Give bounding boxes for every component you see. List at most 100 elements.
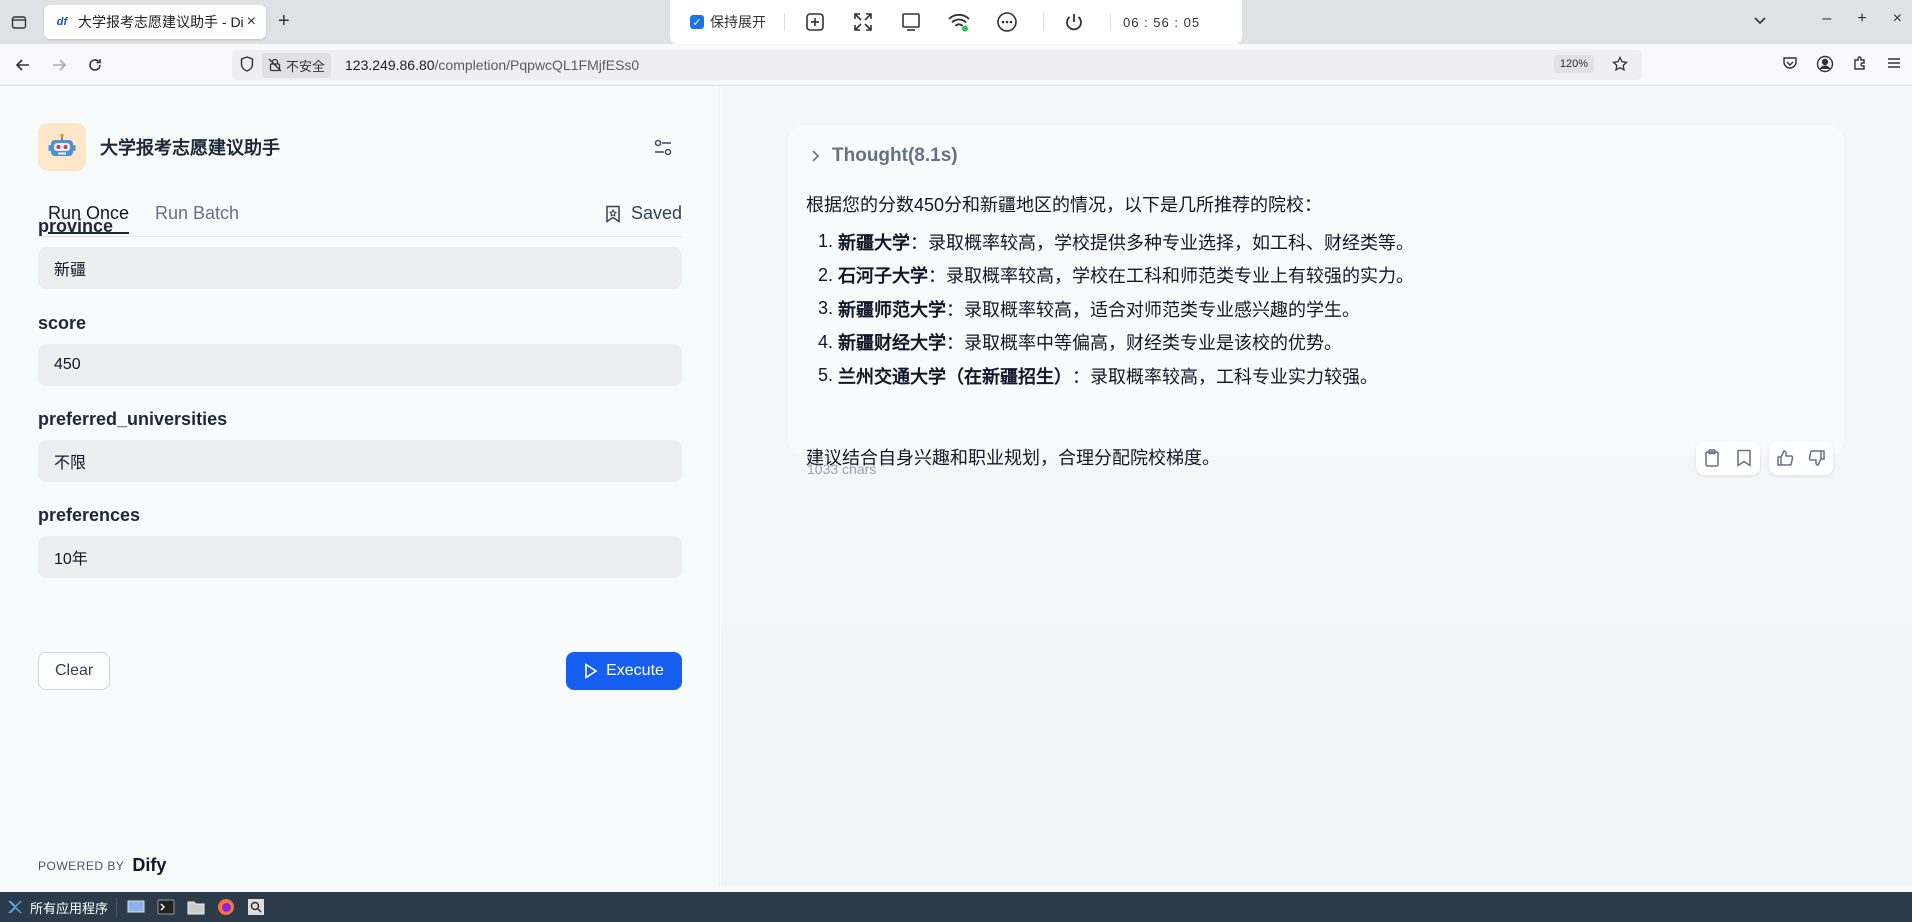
field-label: preferences [38,505,141,525]
fullscreen-icon[interactable] [851,10,875,34]
xfce-logo-icon [8,901,22,913]
add-window-icon[interactable] [803,10,827,34]
dify-favicon-icon: df [56,16,68,28]
university-desc: ：录取概率较高，适合对师范类专业感兴趣的学生。 [946,299,1360,320]
robot-avatar-icon [38,123,86,171]
university-name: 新疆财经大学 [838,333,946,354]
url-path: /completion/PqpwcQL1FMjfESs0 [434,57,640,73]
app-header: 大学报考志愿建议助手 [38,123,280,171]
feedback-actions [1769,441,1833,475]
menu-icon[interactable] [1886,55,1902,78]
display-icon[interactable] [899,10,923,34]
clear-button[interactable]: Clear [38,652,111,690]
close-window-icon[interactable]: × [1893,10,1902,28]
wifi-icon[interactable] [947,10,971,34]
university-name: 石河子大学 [838,266,928,287]
preferences-input[interactable]: 10年 [38,536,682,578]
show-desktop-icon[interactable] [125,896,147,918]
app-title: 大学报考志愿建议助手 [100,138,280,158]
powered-by-label: POWERED BY [38,858,125,873]
copy-icon[interactable] [1702,448,1722,468]
more-options-icon[interactable] [995,10,1019,34]
save-bookmark-icon[interactable] [1734,448,1754,468]
university-desc: ：录取概率中等偏高，财经类专业是该校的优势。 [946,333,1342,354]
new-tab-icon[interactable]: + [278,10,290,33]
minimize-icon[interactable]: – [1822,10,1831,28]
bookmark-star-icon[interactable] [1612,55,1628,75]
preferred-universities-input[interactable]: 不限 [38,440,682,482]
field-preferred-universities: preferred_universities 不限 [38,409,682,482]
input-panel: 大学报考志愿建议助手 Run Once Run Batch Saved prov… [0,87,720,887]
list-number: 1. [818,231,834,252]
execute-label: Execute [606,662,664,679]
chevron-right-icon [812,150,820,162]
result-card: Thought(8.1s) 根据您的分数450分和新疆地区的情况，以下是几所推荐… [788,125,1844,468]
thought-label: Thought(8.1s) [832,145,958,166]
field-label: province [38,216,114,236]
list-number: 3. [818,298,834,319]
chevron-down-icon[interactable] [1752,12,1768,33]
copy-save-actions [1696,441,1760,475]
browser-tabbar: df 大学报考志愿建议助手 - Dify × + ✓ 保持展开 06 : 56 [0,0,1912,44]
university-desc: ：录取概率较高，学校提供多种专业选择，如工科、财经类等。 [910,232,1414,253]
province-input[interactable]: 新疆 [38,247,682,289]
divider [1043,13,1044,31]
account-icon[interactable] [1816,55,1834,78]
list-item: 2. 石河子大学 ：录取概率较高，学校在工科和师范类专业上有较强的实力。 [818,259,1414,293]
power-icon[interactable] [1062,10,1086,34]
start-menu-button[interactable]: 所有应用程序 [6,897,118,917]
lock-slash-icon [268,58,282,72]
list-number: 5. [818,365,834,386]
zoom-level-badge[interactable]: 120% [1553,55,1594,73]
url-bar[interactable]: 不安全 123.249.86.80/completion/PqpwcQL1FMj… [232,50,1642,80]
university-desc: ：录取概率较高，学校在工科和师范类专业上有较强的实力。 [928,266,1414,287]
list-item: 5. 兰州交通大学（在新疆招生） ：录取概率较高，工科专业实力较强。 [818,359,1414,393]
shield-icon[interactable] [240,55,254,75]
file-manager-icon[interactable] [185,896,207,918]
field-score: score 450 [38,313,682,386]
url-host: 123.249.86.80 [345,57,435,73]
list-item: 1. 新疆大学 ：录取概率较高，学校提供多种专业选择，如工科、财经类等。 [818,225,1414,259]
keep-expanded-toggle[interactable]: ✓ 保持展开 [690,12,766,32]
university-name: 新疆师范大学 [838,299,946,320]
maximize-icon[interactable]: + [1857,10,1866,28]
close-tab-icon[interactable]: × [247,13,256,31]
dify-logo[interactable]: Dify [132,855,166,876]
extensions-icon[interactable] [1852,55,1868,78]
browser-tab-active[interactable]: df 大学报考志愿建议助手 - Dify × [44,5,266,39]
start-menu-label: 所有应用程序 [30,900,109,916]
field-preferences: preferences 10年 [38,505,682,578]
session-clock: 06 : 56 : 05 [1123,14,1201,30]
recommendation-list: 1. 新疆大学 ：录取概率较高，学校提供多种专业选择，如工科、财经类等。 2. 石河子… [818,225,1414,393]
settings-sliders-icon[interactable] [652,137,674,164]
execute-button[interactable]: Execute [566,652,682,690]
insecure-badge[interactable]: 不安全 [262,52,332,78]
divider [784,13,785,31]
pocket-icon[interactable] [1782,55,1798,78]
forward-icon[interactable] [48,54,70,76]
score-input[interactable]: 450 [38,344,682,386]
list-item: 3. 新疆师范大学 ：录取概率较高，适合对师范类专业感兴趣的学生。 [818,292,1414,326]
list-number: 2. [818,264,834,285]
firefox-icon[interactable] [215,896,237,918]
window-controls: – + × [1822,10,1902,28]
list-number: 4. [818,331,834,352]
reload-icon[interactable] [84,54,106,76]
university-name: 兰州交通大学（在新疆招生） [838,366,1072,387]
thought-toggle[interactable]: Thought(8.1s) [810,145,958,167]
tab-list-icon[interactable] [8,11,30,33]
back-icon[interactable] [12,54,34,76]
field-label: score [38,313,87,333]
thumbs-up-icon[interactable] [1775,448,1795,468]
result-intro: 根据您的分数450分和新疆地区的情况，以下是几所推荐的院校： [806,195,1323,215]
remote-desktop-toolbar: ✓ 保持展开 06 : 56 : 05 [670,0,1242,44]
url-text[interactable]: 123.249.86.80/completion/PqpwcQL1FMjfESs… [345,57,639,73]
thumbs-down-icon[interactable] [1807,448,1827,468]
university-desc: ：录取概率较高，工科专业实力较强。 [1072,366,1378,387]
terminal-icon[interactable] [155,896,177,918]
search-app-icon[interactable] [245,896,267,918]
university-name: 新疆大学 [838,232,910,253]
checkbox-checked-icon[interactable]: ✓ [690,15,704,29]
result-panel: Thought(8.1s) 根据您的分数450分和新疆地区的情况，以下是几所推荐… [721,87,1912,887]
result-area: Thought(8.1s) 根据您的分数450分和新疆地区的情况，以下是几所推荐… [721,87,1912,625]
